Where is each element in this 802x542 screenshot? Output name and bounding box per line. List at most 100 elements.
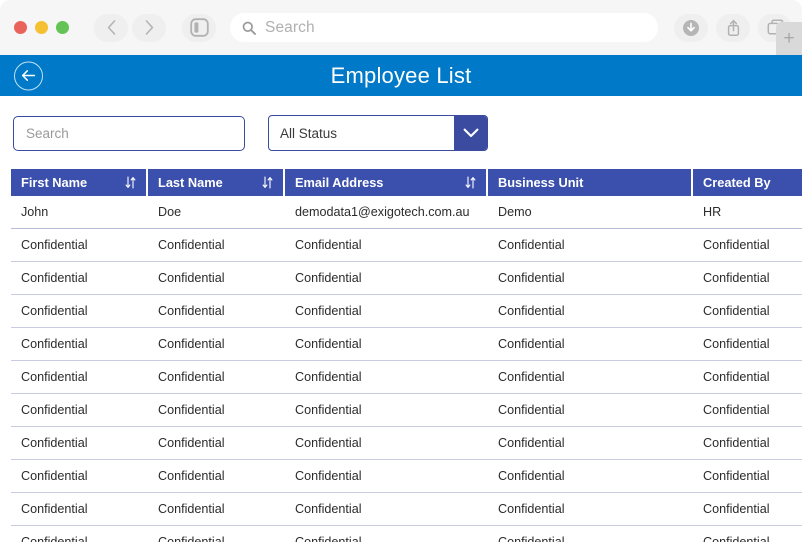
column-header-created-by[interactable]: Created By	[693, 169, 802, 196]
table-row[interactable]: Confidential Confidential Confidential Conf…	[11, 427, 802, 460]
cell-last-name: Confidential	[148, 262, 285, 295]
table-row[interactable]: John Doe demodata1@exigotech.com.au Demo HR	[11, 196, 802, 229]
minimize-window-button[interactable]	[35, 21, 48, 34]
cell-business-unit: Confidential	[488, 493, 693, 526]
table-row[interactable]: Confidential Confidential Confidential Conf…	[11, 394, 802, 427]
status-filter-select[interactable]: All Status	[268, 115, 488, 151]
cell-created-by: Confidential	[693, 427, 802, 460]
cell-business-unit: Confidential	[488, 262, 693, 295]
cell-email: Confidential	[285, 526, 488, 542]
sidebar-icon	[189, 18, 209, 37]
cell-last-name: Confidential	[148, 493, 285, 526]
cell-first-name: Confidential	[11, 493, 148, 526]
employee-table-container: First Name Last Name Email Address Busin…	[0, 169, 802, 542]
cell-created-by: Confidential	[693, 262, 802, 295]
app-header: Employee List	[0, 55, 802, 96]
column-header-email-address[interactable]: Email Address	[285, 169, 488, 196]
cell-last-name: Doe	[148, 196, 285, 229]
cell-last-name: Confidential	[148, 394, 285, 427]
share-icon	[727, 19, 739, 36]
browser-search-bar[interactable]: Search	[230, 13, 658, 42]
cell-created-by: Confidential	[693, 328, 802, 361]
table-row[interactable]: Confidential Confidential Confidential Conf…	[11, 526, 802, 542]
table-row[interactable]: Confidential Confidential Confidential Conf…	[11, 295, 802, 328]
column-header-last-name[interactable]: Last Name	[148, 169, 285, 196]
sort-icon	[125, 176, 136, 189]
filter-bar: Search All Status	[0, 96, 802, 151]
chevron-down-icon	[463, 128, 478, 138]
cell-first-name: Confidential	[11, 328, 148, 361]
cell-created-by: Confidential	[693, 295, 802, 328]
cell-created-by: Confidential	[693, 526, 802, 542]
cell-first-name: Confidential	[11, 295, 148, 328]
table-row[interactable]: Confidential Confidential Confidential Conf…	[11, 328, 802, 361]
table-row[interactable]: Confidential Confidential Confidential Conf…	[11, 460, 802, 493]
chevron-left-icon	[107, 20, 115, 35]
cell-email: Confidential	[285, 262, 488, 295]
cell-business-unit: Confidential	[488, 361, 693, 394]
forward-button[interactable]	[132, 13, 166, 42]
cell-business-unit: Confidential	[488, 427, 693, 460]
search-input-placeholder: Search	[26, 125, 69, 141]
column-header-business-unit[interactable]: Business Unit	[488, 169, 693, 196]
sort-icon	[262, 176, 273, 189]
table-row[interactable]: Confidential Confidential Confidential Conf…	[11, 229, 802, 262]
cell-created-by: HR	[693, 196, 802, 229]
cell-first-name: Confidential	[11, 526, 148, 542]
downloads-icon	[683, 19, 699, 36]
browser-chrome: Search +	[0, 0, 802, 55]
arrow-left-icon	[21, 70, 36, 81]
browser-search-placeholder: Search	[265, 18, 315, 36]
downloads-button[interactable]	[674, 13, 708, 42]
sort-icon	[465, 176, 476, 189]
cell-created-by: Confidential	[693, 361, 802, 394]
employee-table: First Name Last Name Email Address Busin…	[11, 169, 802, 542]
chevron-right-icon	[145, 20, 153, 35]
column-label: Last Name	[158, 175, 223, 190]
cell-business-unit: Confidential	[488, 526, 693, 542]
cell-email: Confidential	[285, 493, 488, 526]
back-button[interactable]	[94, 13, 128, 42]
cell-created-by: Confidential	[693, 460, 802, 493]
cell-first-name: Confidential	[11, 394, 148, 427]
table-row[interactable]: Confidential Confidential Confidential Conf…	[11, 262, 802, 295]
column-label: Created By	[703, 175, 771, 190]
cell-first-name: Confidential	[11, 361, 148, 394]
table-header-row: First Name Last Name Email Address Busin…	[11, 169, 802, 196]
new-tab-button[interactable]: +	[776, 22, 802, 55]
cell-business-unit: Confidential	[488, 460, 693, 493]
search-input[interactable]: Search	[13, 115, 245, 151]
cell-last-name: Confidential	[148, 427, 285, 460]
column-label: First Name	[21, 175, 88, 190]
cell-email: Confidential	[285, 394, 488, 427]
cell-first-name: Confidential	[11, 460, 148, 493]
cell-business-unit: Confidential	[488, 295, 693, 328]
cell-business-unit: Confidential	[488, 328, 693, 361]
column-header-first-name[interactable]: First Name	[11, 169, 148, 196]
cell-created-by: Confidential	[693, 229, 802, 262]
table-row[interactable]: Confidential Confidential Confidential Conf…	[11, 361, 802, 394]
cell-business-unit: Confidential	[488, 394, 693, 427]
table-row[interactable]: Confidential Confidential Confidential Conf…	[11, 493, 802, 526]
status-filter-toggle[interactable]	[454, 116, 487, 150]
show-sidebar-button[interactable]	[182, 13, 216, 42]
cell-last-name: Confidential	[148, 460, 285, 493]
browser-nav-buttons	[94, 13, 216, 42]
share-button[interactable]	[716, 13, 750, 42]
cell-first-name: Confidential	[11, 427, 148, 460]
maximize-window-button[interactable]	[56, 21, 69, 34]
cell-email: Confidential	[285, 229, 488, 262]
cell-email: Confidential	[285, 295, 488, 328]
search-icon	[242, 21, 256, 35]
cell-last-name: Confidential	[148, 328, 285, 361]
cell-email: Confidential	[285, 361, 488, 394]
column-label: Email Address	[295, 175, 384, 190]
cell-last-name: Confidential	[148, 526, 285, 542]
close-window-button[interactable]	[14, 21, 27, 34]
cell-created-by: Confidential	[693, 493, 802, 526]
cell-first-name: Confidential	[11, 262, 148, 295]
table-header: First Name Last Name Email Address Busin…	[11, 169, 802, 196]
cell-business-unit: Confidential	[488, 229, 693, 262]
cell-first-name: Confidential	[11, 229, 148, 262]
app-back-button[interactable]	[14, 61, 43, 90]
